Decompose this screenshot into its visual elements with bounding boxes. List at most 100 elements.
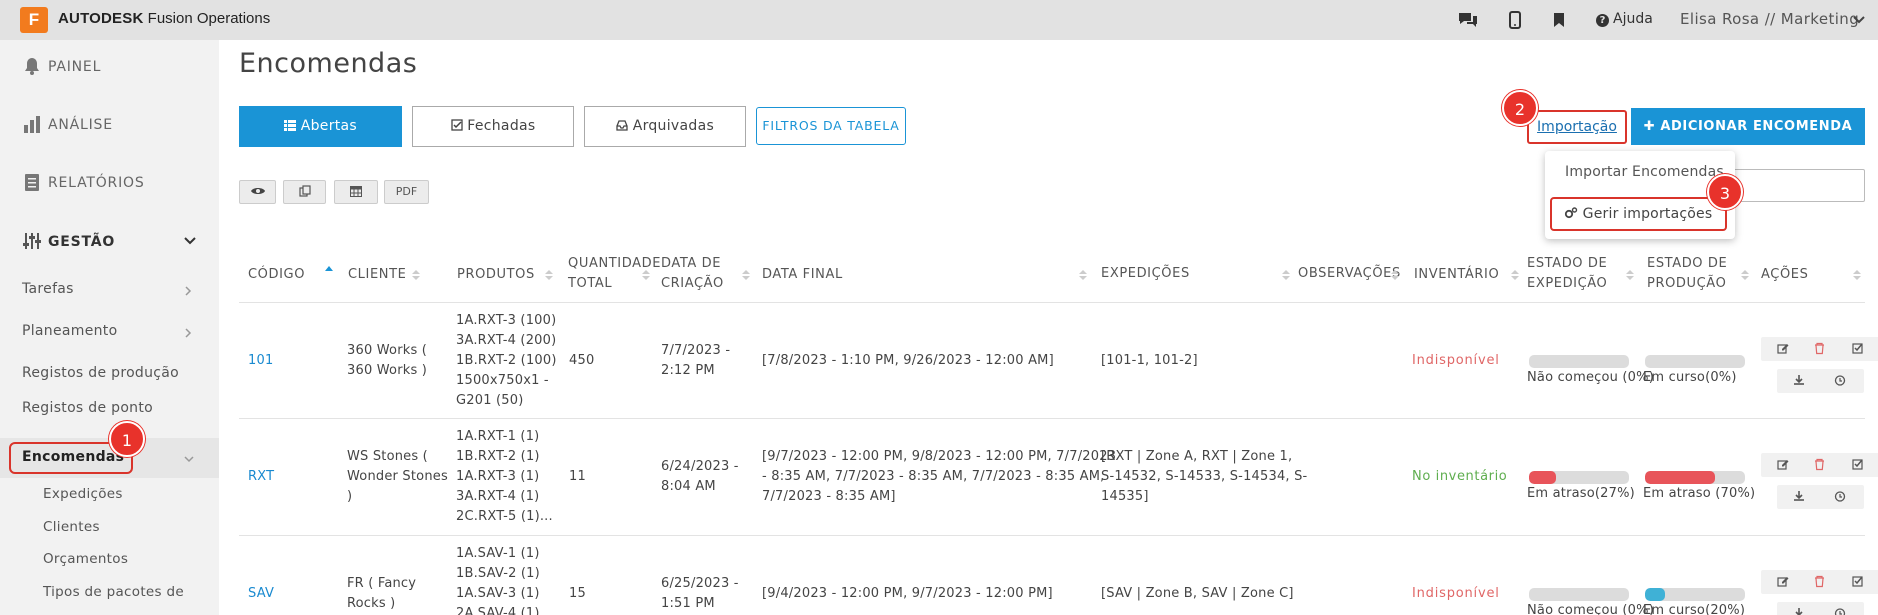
cell-line: FR ( Fancy xyxy=(347,576,417,591)
sidebar-item-planeamento[interactable]: Planeamento xyxy=(22,323,117,339)
sort-icon[interactable] xyxy=(642,269,650,281)
brand-name: AUTODESK Fusion Operations xyxy=(58,10,270,27)
cell-line: 7/7/2023 - 8:35 AM] xyxy=(762,489,896,504)
header-codigo[interactable]: CÓDIGO xyxy=(248,265,305,285)
history-button[interactable] xyxy=(1818,602,1864,615)
close-order-button[interactable] xyxy=(1836,453,1878,477)
edit-icon xyxy=(1777,460,1789,470)
user-menu[interactable]: Elisa Rosa // Marketing xyxy=(1680,10,1859,28)
sort-icon[interactable] xyxy=(742,269,750,281)
sort-icon[interactable] xyxy=(1079,269,1087,281)
cell-line: Indisponível xyxy=(1412,353,1500,368)
table-filters-button[interactable]: FILTROS DA TABELA xyxy=(756,107,906,145)
shipments-cell: [101-1, 101-2] xyxy=(1101,351,1198,371)
order-code-link[interactable]: 101 xyxy=(248,351,273,371)
download-button[interactable] xyxy=(1777,485,1823,509)
sidebar-item-gestao[interactable]: GESTÃO xyxy=(22,231,115,251)
order-code-link[interactable]: RXT xyxy=(248,467,274,487)
header-cliente[interactable]: CLIENTE xyxy=(348,265,406,285)
header-line: ESTADO DE xyxy=(1527,256,1608,271)
tab-arquivadas[interactable]: Arquivadas xyxy=(584,106,746,147)
cell-line: Indisponível xyxy=(1412,586,1500,601)
chat-icon[interactable] xyxy=(1456,8,1480,32)
sort-icon[interactable] xyxy=(1391,269,1399,281)
check-icon xyxy=(1852,576,1863,587)
download-icon xyxy=(1795,608,1803,615)
sort-icon[interactable] xyxy=(412,269,420,281)
history-button[interactable] xyxy=(1818,485,1864,509)
header-line: TOTAL xyxy=(568,276,613,291)
close-order-button[interactable] xyxy=(1836,570,1878,594)
sidebar-item-analise[interactable]: ANÁLISE xyxy=(22,114,113,134)
menu-item-import-orders[interactable]: Importar Encomendas xyxy=(1565,164,1724,180)
order-code-link[interactable]: SAV xyxy=(248,584,274,604)
chevron-down-icon[interactable] xyxy=(183,236,197,246)
sort-asc-icon[interactable] xyxy=(325,265,333,277)
list-icon xyxy=(283,120,296,131)
header-estado-producao[interactable]: ESTADO DE PRODUÇÃO xyxy=(1647,254,1727,294)
header-produtos[interactable]: PRODUTOS xyxy=(457,265,535,285)
sidebar-item-expedicoes[interactable]: Expedições xyxy=(43,486,123,502)
cell-line: 7/7/2023 - xyxy=(661,343,731,358)
mobile-icon[interactable] xyxy=(1503,8,1527,32)
sidebar-item-tipos-pacotes[interactable]: Tipos de pacotes de xyxy=(43,584,184,600)
download-button[interactable] xyxy=(1777,602,1823,615)
sidebar-item-orcamentos[interactable]: Orçamentos xyxy=(43,551,128,567)
cell-line: 1A.RXT-1 (1) xyxy=(456,429,540,444)
header-inventario[interactable]: INVENTÁRIO xyxy=(1414,265,1499,285)
close-order-button[interactable] xyxy=(1836,337,1878,361)
cell-line: [SAV | Zone B, SAV | Zone C] xyxy=(1101,586,1294,601)
sort-icon[interactable] xyxy=(1626,269,1634,281)
check-square-icon xyxy=(450,119,463,131)
shipments-cell: [SAV | Zone B, SAV | Zone C] xyxy=(1101,584,1294,604)
sidebar-item-registos-producao[interactable]: Registos de produção xyxy=(22,365,179,381)
history-button[interactable] xyxy=(1818,369,1864,393)
shipments-cell: [RXT | Zone A, RXT | Zone 1, S-14532, S-1… xyxy=(1101,447,1307,507)
cell-line: 1B.SAV-2 (1) xyxy=(456,566,540,581)
fusion-logo[interactable]: F xyxy=(20,7,48,33)
chevron-right-icon xyxy=(185,286,192,296)
sidebar-item-tarefas[interactable]: Tarefas xyxy=(22,281,74,297)
cogs-icon xyxy=(1564,207,1578,219)
toggle-columns-button[interactable] xyxy=(239,180,276,204)
sidebar-item-encomendas[interactable]: Encomendas xyxy=(22,449,124,465)
row-divider xyxy=(239,302,1865,303)
chevron-down-icon[interactable] xyxy=(1852,13,1866,27)
import-link[interactable]: Importação xyxy=(1527,110,1627,144)
created-date-cell: 6/24/2023 - 8:04 AM xyxy=(661,457,739,497)
header-observacoes[interactable]: OBSERVAÇÕES xyxy=(1298,264,1401,284)
cell-line: No inventário xyxy=(1412,469,1508,484)
help-link[interactable]: ? Ajuda xyxy=(1596,11,1653,27)
sort-icon[interactable] xyxy=(545,269,553,281)
copy-button[interactable] xyxy=(283,180,326,204)
sidebar-item-clientes[interactable]: Clientes xyxy=(43,519,100,535)
client-cell: 360 Works (360 Works ) xyxy=(347,341,427,381)
sidebar-item-registos-ponto[interactable]: Registos de ponto xyxy=(22,400,153,416)
report-icon xyxy=(25,174,39,191)
inventory-status: Indisponível xyxy=(1412,351,1500,371)
sort-icon[interactable] xyxy=(1282,269,1290,281)
header-data-final[interactable]: DATA FINAL xyxy=(762,265,843,285)
header-expedicoes[interactable]: EXPEDIÇÕES xyxy=(1101,264,1190,284)
sort-icon[interactable] xyxy=(1511,269,1519,281)
pdf-button[interactable]: PDF xyxy=(384,180,429,204)
cell-line: 1B.RXT-2 (100) xyxy=(456,353,557,368)
sidebar-item-relatorios[interactable]: RELATÓRIOS xyxy=(22,172,145,192)
sort-icon[interactable] xyxy=(1741,269,1749,281)
sidebar-item-painel[interactable]: PAINEL xyxy=(22,56,101,76)
sort-icon[interactable] xyxy=(1853,269,1861,281)
cell-line: 3A.RXT-4 (200) xyxy=(456,333,557,348)
bookmark-icon[interactable] xyxy=(1547,8,1571,32)
tab-fechadas[interactable]: Fechadas xyxy=(412,106,574,147)
header-data-criacao[interactable]: DATA DE CRIAÇÃO xyxy=(661,254,724,294)
download-button[interactable] xyxy=(1777,369,1823,393)
excel-button[interactable] xyxy=(334,180,378,204)
add-order-button[interactable]: ✚ ADICIONAR ENCOMENDA xyxy=(1631,108,1865,145)
production-progress-bar-label: Em curso(0%) xyxy=(1643,370,1737,385)
clock-icon xyxy=(1834,375,1846,386)
check-icon xyxy=(1852,459,1863,470)
cell-line: SAV xyxy=(248,586,275,601)
menu-item-manage-imports[interactable]: Gerir importações xyxy=(1550,197,1727,231)
tab-abertas[interactable]: Abertas xyxy=(239,106,402,147)
header-estado-expedicao[interactable]: ESTADO DE EXPEDIÇÃO xyxy=(1527,254,1607,294)
